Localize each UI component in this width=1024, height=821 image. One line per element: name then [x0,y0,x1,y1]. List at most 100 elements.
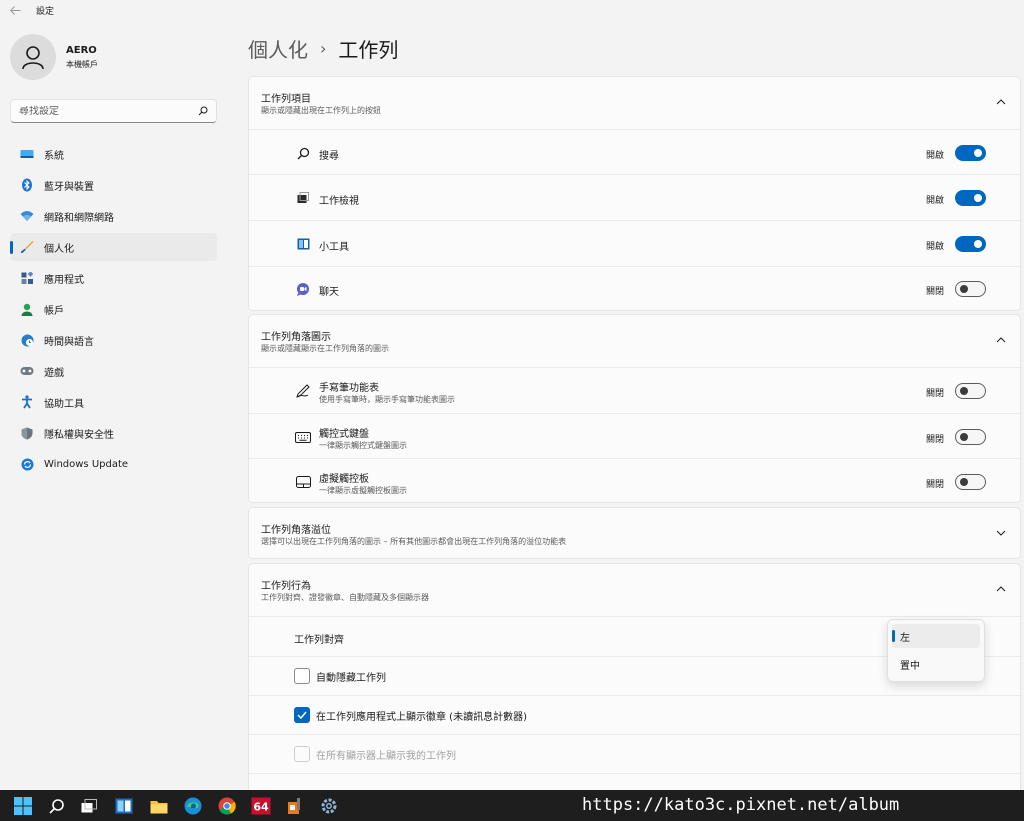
page-title: 工作列 [338,38,399,62]
watermark-text: https://kato3c.pixnet.net/album [582,795,900,815]
widgets-icon [295,236,311,252]
touchpad-icon [295,474,311,490]
chevron-up-icon[interactable] [996,97,1006,107]
setting-label: 小工具 [319,242,349,253]
chat-icon [295,281,311,297]
section-title: 工作列角落溢位 [261,525,331,536]
edge-icon[interactable] [182,795,204,817]
alignment-option-center[interactable]: 置中 [892,652,980,676]
search-icon[interactable] [46,795,68,817]
taskbar-items-section: 工作列項目 顯示或隱藏出現在工作列上的按鈕 搜尋 開啟 工作檢視 開啟 小工具 … [248,76,1021,311]
setting-row-partial [249,773,1020,791]
widgets-icon[interactable] [113,795,135,817]
sidebar-item-time-language[interactable]: 時間與語言 [10,326,217,354]
sidebar-item-gaming[interactable]: 遊戲 [10,357,217,385]
sidebar-nav: 系統 藍牙與裝置 網路和網際網路 個人化 應用程式 帳戶 時間與語言 遊戲 協助… [10,140,217,481]
setting-row-all-displays: 在所有顯示器上顯示我的工作列 [249,734,1020,773]
checkbox-label[interactable]: 自動隱藏工作列 [316,669,386,684]
breadcrumb-parent[interactable]: 個人化 [248,34,308,63]
accessibility-icon [20,395,34,409]
file-explorer-icon[interactable] [148,795,170,817]
section-title: 工作列項目 [261,94,311,105]
user-profile[interactable]: AERO 本機帳戶 [10,34,98,80]
sidebar-item-privacy[interactable]: 隱私權與安全性 [10,419,217,447]
widgets-toggle[interactable] [955,236,986,252]
search-icon[interactable] [198,106,208,116]
search-box[interactable] [10,99,217,123]
sidebar-item-windows-update[interactable]: Windows Update [10,450,217,478]
setting-label: 手寫筆功能表 [319,383,379,394]
pen-menu-toggle[interactable] [955,383,986,399]
badges-checkbox[interactable] [294,707,310,723]
search-toggle[interactable] [955,145,986,161]
bluetooth-icon [20,178,34,192]
sidebar-item-label: 遊戲 [44,367,64,379]
settings-gear-icon[interactable] [318,795,340,817]
sidebar-item-personalization[interactable]: 個人化 [10,233,217,261]
section-title: 工作列行為 [261,581,311,592]
setting-description: 一律顯示虛擬觸控板圖示 [319,486,407,495]
profile-account-type: 本機帳戶 [66,59,98,69]
chat-toggle[interactable] [955,281,986,297]
setting-description: 一律顯示觸控式鍵盤圖示 [319,441,407,450]
sidebar-item-accessibility[interactable]: 協助工具 [10,388,217,416]
task-view-toggle[interactable] [955,190,986,206]
section-header[interactable]: 工作列角落溢位 選擇可以出現在工作列角落的圖示 – 所有其他圖示都會出現在工作列… [261,508,1020,560]
section-subtitle: 顯示或隱藏出現在工作列上的按鈕 [261,106,381,115]
pen-icon [295,383,311,399]
sidebar-item-network[interactable]: 網路和網際網路 [10,202,217,230]
chevron-up-icon[interactable] [996,335,1006,345]
toggle-state-text: 關閉 [925,389,944,399]
toggle-state-text: 開啟 [925,151,944,161]
setting-row-touch-keyboard: 觸控式鍵盤 一律顯示觸控式鍵盤圖示 關閉 [249,413,1020,458]
sidebar-item-label: 時間與語言 [44,336,94,348]
search-input[interactable] [19,105,198,117]
section-header[interactable]: 工作列角落圖示 顯示或隱藏顯示在工作列角落的圖示 [261,315,1020,367]
section-title: 工作列角落圖示 [261,332,331,343]
setting-label: 觸控式鍵盤 [319,429,369,440]
update-icon [20,457,34,471]
setting-label: 搜尋 [319,151,339,162]
task-view-icon[interactable] [78,795,100,817]
sidebar-item-system[interactable]: 系統 [10,140,217,168]
checkbox-label[interactable]: 在工作列應用程式上顯示徽章 (未讀訊息計數器) [316,708,527,723]
sidebar-item-bluetooth[interactable]: 藍牙與裝置 [10,171,217,199]
sidebar-item-accounts[interactable]: 帳戶 [10,295,217,323]
chevron-up-icon[interactable] [996,584,1006,594]
tools-app-icon[interactable] [284,795,306,817]
keyboard-icon [295,429,311,445]
section-header[interactable]: 工作列行為 工作列對齊、證發徽章、自動隱藏及多個顯示器 [261,564,1020,616]
start-icon[interactable] [12,795,34,817]
section-subtitle: 選擇可以出現在工作列角落的圖示 – 所有其他圖示都會出現在工作列角落的溢位功能表 [261,537,567,546]
sidebar-item-label: 網路和網際網路 [44,212,114,224]
auto-hide-checkbox[interactable] [294,668,310,684]
sidebar-item-label: 個人化 [44,243,74,255]
chrome-icon[interactable] [216,795,238,817]
corner-icons-section: 工作列角落圖示 顯示或隱藏顯示在工作列角落的圖示 手寫筆功能表 使用手寫筆時，顯… [248,314,1021,503]
sidebar: AERO 本機帳戶 系統 藍牙與裝置 網路和網際網路 個人化 應用程式 [0,20,232,790]
virtual-touchpad-toggle[interactable] [955,474,986,490]
sidebar-item-apps[interactable]: 應用程式 [10,264,217,292]
section-header[interactable]: 工作列項目 顯示或隱藏出現在工作列上的按鈕 [261,77,1020,129]
task-view-icon [295,190,311,206]
title-bar: 設定 [0,0,1024,20]
aida64-icon[interactable]: 64 [250,795,272,817]
sidebar-item-label: Windows Update [44,458,129,470]
back-button[interactable] [0,0,30,20]
gamepad-icon [20,364,34,378]
setting-row-widgets: 小工具 開啟 [249,220,1020,266]
touch-keyboard-toggle[interactable] [955,429,986,445]
toggle-state-text: 關閉 [925,435,944,445]
alignment-option-left[interactable]: 左 [892,624,980,648]
chevron-down-icon[interactable] [996,528,1006,538]
all-displays-checkbox [294,746,310,762]
svg-text:64: 64 [253,801,269,814]
person-icon [20,302,34,316]
corner-overflow-section[interactable]: 工作列角落溢位 選擇可以出現在工作列角落的圖示 – 所有其他圖示都會出現在工作列… [248,507,1021,559]
toggle-state-text: 關閉 [925,287,944,297]
sidebar-item-label: 應用程式 [44,274,84,286]
setting-label: 聊天 [319,287,339,298]
toggle-state-text: 關閉 [925,480,944,490]
sidebar-item-label: 系統 [44,150,64,162]
setting-row-chat: 聊天 關閉 [249,266,1020,311]
